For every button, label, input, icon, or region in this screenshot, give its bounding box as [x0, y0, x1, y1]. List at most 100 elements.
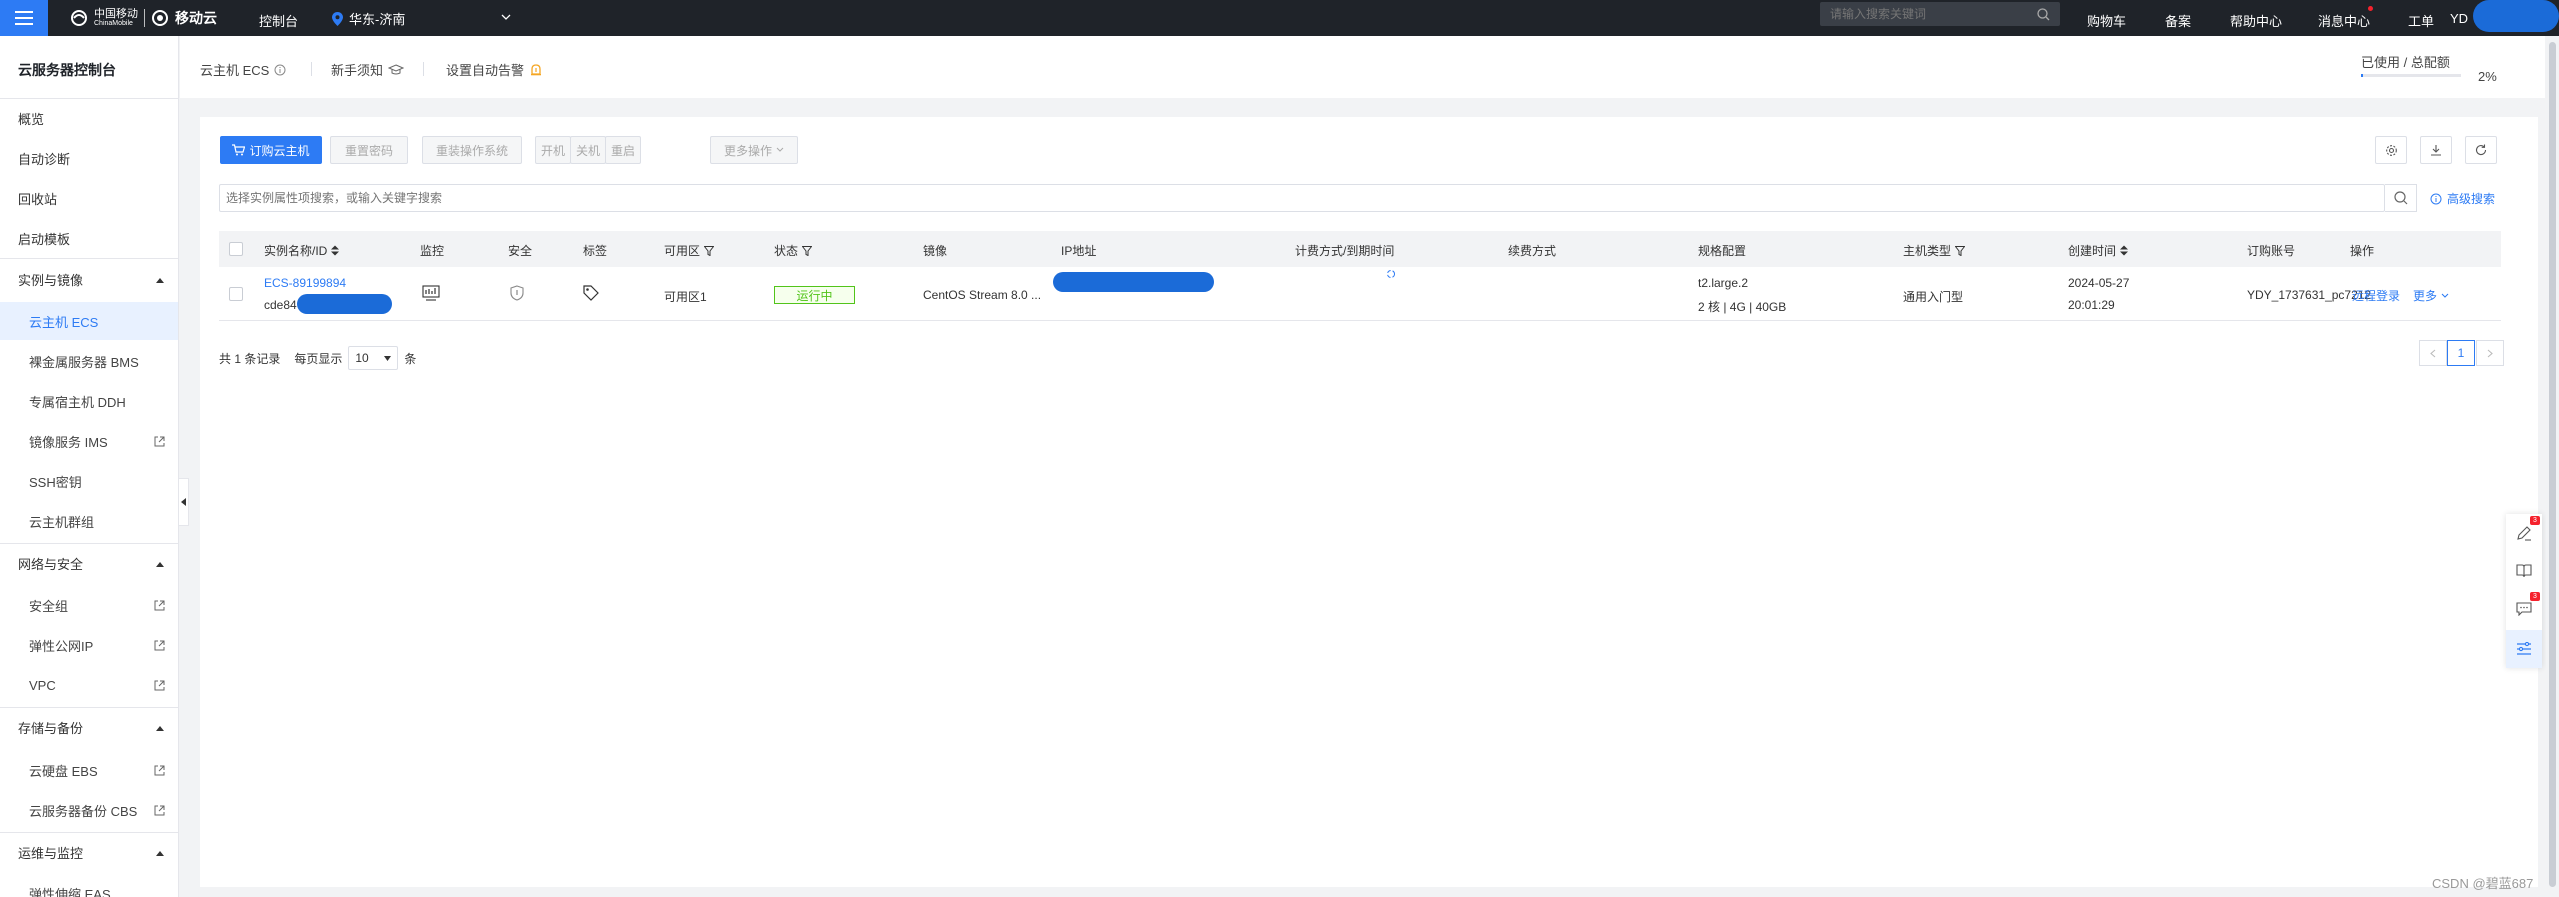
sidebar-item-vpc[interactable]: VPC [0, 666, 178, 704]
cart-link[interactable]: 购物车 [2087, 11, 2126, 30]
sort-icon [331, 245, 340, 256]
message-center-link[interactable]: 消息中心 [2318, 11, 2370, 30]
page-scrollbar[interactable] [2546, 36, 2559, 897]
instance-list-card: 订购云主机 重置密码 重装操作系统 开机 关机 重启 更多操作 高级搜索 实例名… [200, 117, 2538, 887]
column-status[interactable]: 状态 [774, 242, 813, 259]
shield-icon[interactable] [510, 285, 524, 301]
sidebar-item-eas[interactable]: 弹性伸缩 EAS [0, 874, 178, 897]
column-label: 监控 [420, 244, 445, 258]
scrollbar-thumb[interactable] [2549, 42, 2556, 887]
per-page-unit: 条 [404, 351, 417, 366]
ticket-link[interactable]: 工单 [2408, 11, 2434, 30]
page-number-button[interactable]: 1 [2447, 340, 2475, 366]
sidebar-item-host-group[interactable]: 云主机群组 [0, 502, 178, 540]
zone-value: 可用区1 [664, 290, 707, 304]
sidebar-item-eip[interactable]: 弹性公网IP [0, 626, 178, 664]
sidebar-item-recycle-bin[interactable]: 回收站 [18, 189, 57, 208]
column-label: 安全 [508, 244, 533, 258]
next-page-button[interactable] [2476, 340, 2504, 366]
sidebar-group-ops-monitoring[interactable]: 运维与监控 [18, 843, 164, 862]
reinstall-os-button[interactable]: 重装操作系统 [422, 136, 522, 164]
column-label: 计费方式/到期时间 [1295, 244, 1395, 258]
sidebar-item-ddh[interactable]: 专属宿主机 DDH [0, 382, 178, 420]
sidebar-item-label: 云服务器备份 CBS [29, 803, 138, 819]
caret-down-icon [384, 355, 392, 361]
filter-icon [1955, 245, 1966, 256]
region-selector[interactable]: 华东-济南 [332, 9, 405, 28]
advanced-search-label: 高级搜索 [2447, 192, 2496, 206]
total-records: 共 1 条记录 [219, 351, 281, 366]
china-mobile-logo-icon [71, 10, 87, 26]
sidebar-group-network-security[interactable]: 网络与安全 [18, 554, 164, 573]
restart-button[interactable]: 重启 [605, 136, 641, 164]
table-row: ECS-89199894 cde84 可用区1 运行中 CentOS Strea… [219, 267, 2501, 321]
instance-name-link[interactable]: ECS-89199894 [264, 276, 346, 290]
sidebar-item-label: 弹性公网IP [29, 638, 94, 654]
sidebar-item-auto-diagnosis[interactable]: 自动诊断 [18, 149, 70, 168]
advanced-search-link[interactable]: 高级搜索 [2430, 190, 2495, 207]
chat-badge: 3 [2530, 592, 2540, 601]
page-header: 云主机 ECS 新手须知 设置自动告警 已使用 / 总配额 2% [180, 36, 2545, 98]
sidebar-item-bms[interactable]: 裸金属服务器 BMS [0, 342, 178, 380]
sidebar-item-ims[interactable]: 镜像服务 IMS [0, 422, 178, 460]
sidebar-item-ssh-key[interactable]: SSH密钥 [0, 462, 178, 500]
filter-search-button[interactable] [2385, 184, 2417, 212]
tag-icon[interactable] [583, 285, 599, 301]
console-link[interactable]: 控制台 [259, 11, 298, 30]
sidebar-item-label: 云硬盘 EBS [29, 763, 98, 779]
auto-alarm-link[interactable]: 设置自动告警 [446, 60, 543, 79]
docs-button[interactable] [2506, 552, 2542, 590]
order-ecs-button[interactable]: 订购云主机 [220, 136, 322, 164]
stop-button[interactable]: 关机 [570, 136, 606, 164]
quick-menu-button[interactable] [2506, 630, 2542, 668]
more-actions-button[interactable]: 更多操作 [710, 136, 798, 164]
info-icon[interactable] [274, 64, 286, 76]
page-size-select[interactable]: 10 [348, 346, 399, 370]
sidebar-item-overview[interactable]: 概览 [18, 109, 44, 128]
sidebar-item-label: 云主机 ECS [29, 314, 99, 330]
remote-login-link[interactable]: 远程登录 [2352, 287, 2400, 304]
redacted-ip-address [1053, 272, 1214, 292]
sidebar-item-launch-template[interactable]: 启动模板 [18, 229, 70, 248]
start-button[interactable]: 开机 [535, 136, 571, 164]
prev-page-button[interactable] [2419, 340, 2447, 366]
graduation-cap-icon [388, 63, 405, 74]
sidebar-item-ecs[interactable]: 云主机 ECS [0, 302, 178, 340]
chevron-down-icon[interactable] [500, 11, 512, 23]
user-name[interactable]: YD [2450, 11, 2468, 26]
menu-icon[interactable] [0, 0, 48, 36]
column-zone[interactable]: 可用区 [664, 242, 715, 259]
refresh-button[interactable] [2465, 136, 2497, 164]
sidebar-item-cbs[interactable]: 云服务器备份 CBS [0, 791, 178, 829]
logo-cloud-text: 移动云 [175, 10, 217, 26]
sidebar-collapse-toggle[interactable] [179, 478, 189, 526]
search-icon[interactable] [2037, 7, 2050, 21]
column-instance-name[interactable]: 实例名称/ID [264, 242, 340, 259]
sidebar-item-ebs[interactable]: 云硬盘 EBS [0, 751, 178, 789]
filing-link[interactable]: 备案 [2165, 11, 2191, 30]
column-created[interactable]: 创建时间 [2068, 242, 2129, 259]
reset-password-button[interactable]: 重置密码 [330, 136, 408, 164]
global-search[interactable] [1820, 2, 2060, 26]
search-icon [2393, 191, 2407, 205]
instance-filter-input[interactable] [226, 191, 2384, 205]
row-checkbox[interactable] [229, 287, 243, 301]
quota-progress-bar [2361, 74, 2461, 77]
sidebar-item-security-group[interactable]: 安全组 [0, 586, 178, 624]
column-host-type[interactable]: 主机类型 [1903, 242, 1966, 259]
settings-button[interactable] [2375, 136, 2407, 164]
row-more-label: 更多 [2413, 289, 2438, 303]
column-actions: 操作 [2350, 242, 2374, 259]
global-search-input[interactable] [1830, 7, 2037, 21]
sidebar-group-storage-backup[interactable]: 存储与备份 [18, 718, 164, 737]
brand-logo[interactable]: 中国移动 ChinaMobile 移动云 [70, 0, 217, 36]
row-more-dropdown[interactable]: 更多 [2413, 287, 2449, 304]
help-center-link[interactable]: 帮助中心 [2230, 11, 2282, 30]
image-value: CentOS Stream 8.0 ... [923, 288, 1042, 302]
instance-filter[interactable] [219, 184, 2385, 212]
sidebar-group-instances-images[interactable]: 实例与镜像 [18, 270, 164, 289]
monitor-chart-icon[interactable] [422, 285, 440, 301]
beginner-guide-link[interactable]: 新手须知 [331, 60, 405, 79]
download-button[interactable] [2420, 136, 2452, 164]
select-all-checkbox[interactable] [229, 242, 243, 256]
